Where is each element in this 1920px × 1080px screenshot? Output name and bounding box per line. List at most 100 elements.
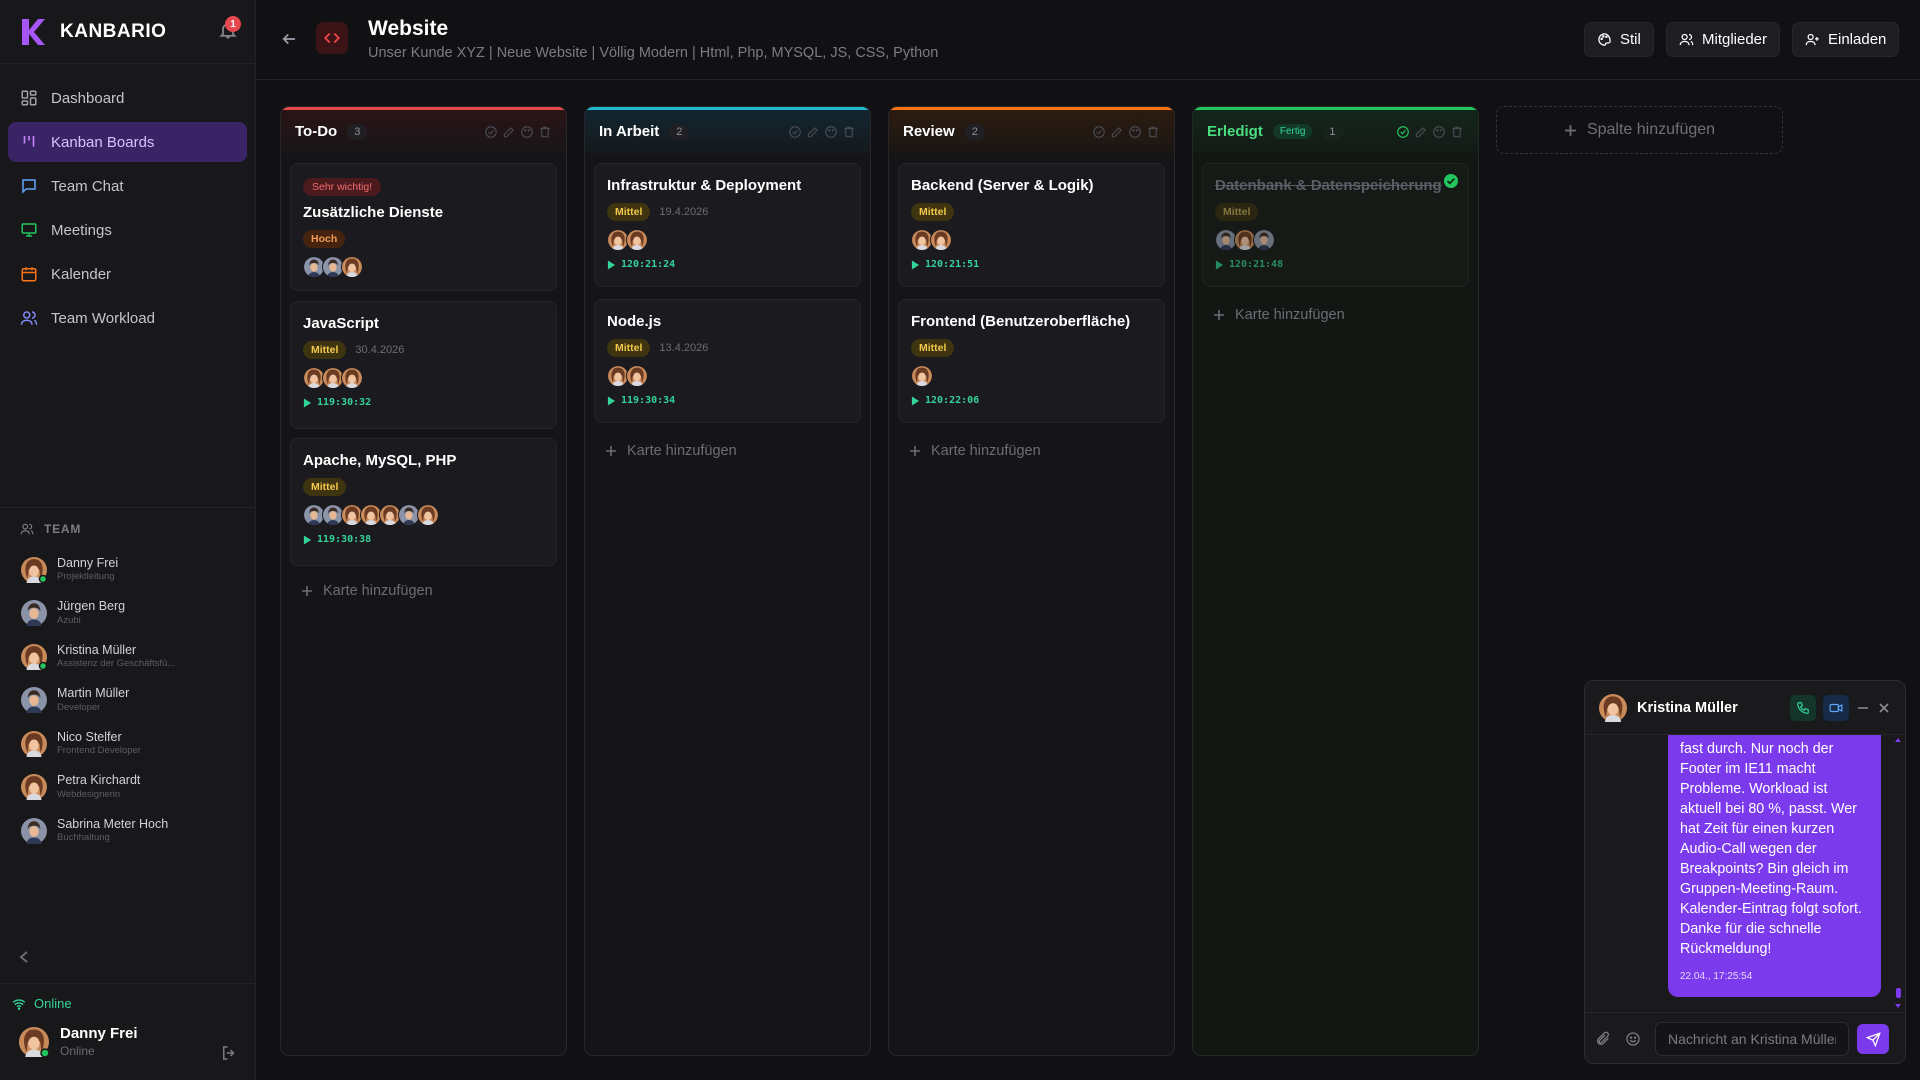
team-member[interactable]: Martin Müller Developer: [0, 679, 256, 723]
time-tracker[interactable]: 119:30:32: [303, 397, 544, 408]
audio-call-button[interactable]: [1790, 694, 1816, 721]
team-member[interactable]: Kristina Müller Assistenz der Geschäftsfü…: [0, 635, 256, 679]
priority-badge: Hoch: [303, 230, 346, 248]
scroll-down-arrow-icon[interactable]: [1895, 1003, 1901, 1009]
edit-icon[interactable]: [806, 125, 820, 139]
palette-icon[interactable]: [1128, 125, 1142, 139]
column-actions: [1396, 125, 1464, 139]
kanban-card[interactable]: Backend (Server & Logik) Mittel 120:21:5…: [898, 163, 1165, 287]
card-title: Frontend (Benutzeroberfläche): [911, 313, 1131, 330]
avatar: [930, 229, 952, 251]
column-header[interactable]: In Arbeit 2: [585, 107, 870, 153]
add-column-button[interactable]: Spalte hinzufügen: [1496, 106, 1783, 154]
logout-icon[interactable]: [220, 1044, 238, 1062]
member-name: Petra Kirchardt: [57, 773, 141, 788]
time-tracker[interactable]: 120:22:06: [911, 395, 1152, 406]
kanban-card[interactable]: Infrastruktur & Deployment Mittel 19.4.20…: [594, 163, 861, 287]
trash-icon[interactable]: [1146, 125, 1160, 139]
time-tracker[interactable]: 120:21:48: [1215, 259, 1456, 270]
column-header[interactable]: Erledigt Fertig 1: [1193, 107, 1478, 153]
connection-label: Online: [34, 996, 72, 1011]
trash-icon[interactable]: [842, 125, 856, 139]
back-arrow-icon[interactable]: [280, 30, 298, 48]
priority-badge: Mittel: [911, 203, 955, 221]
kanban-card[interactable]: Node.js Mittel 13.4.2026 119:30:34: [594, 299, 861, 423]
column-count: 2: [669, 123, 690, 140]
add-card-button[interactable]: Karte hinzufügen: [605, 443, 737, 459]
time-tracker[interactable]: 119:30:38: [303, 534, 544, 545]
nav-item-kalender[interactable]: Kalender: [8, 254, 247, 294]
time-tracker[interactable]: 120:21:24: [607, 259, 848, 270]
team-member[interactable]: Sabrina Meter Hoch Buchhaltung: [0, 809, 256, 853]
member-role: Assistenz der Geschäftsfü...: [57, 659, 176, 670]
nav-label: Kalender: [51, 265, 112, 283]
team-member[interactable]: Danny Frei Projektleitung: [0, 548, 256, 592]
nav-item-meetings[interactable]: Meetings: [8, 210, 247, 250]
emoji-icon[interactable]: [1625, 1031, 1641, 1047]
edit-icon[interactable]: [1414, 125, 1428, 139]
kanban-card[interactable]: Sehr wichtig! Zusätzliche Dienste Hoch: [290, 163, 557, 291]
chat-header: Kristina Müller: [1585, 681, 1905, 735]
add-card-button[interactable]: Karte hinzufügen: [301, 583, 433, 599]
check-circle-icon[interactable]: [484, 125, 498, 139]
card-assignees: [607, 365, 848, 387]
edit-icon[interactable]: [1110, 125, 1124, 139]
column-header[interactable]: Review 2: [889, 107, 1174, 153]
nav-item-team-chat[interactable]: Team Chat: [8, 166, 247, 206]
palette-icon[interactable]: [824, 125, 838, 139]
collapse-sidebar-icon[interactable]: [18, 950, 30, 964]
paperclip-icon[interactable]: [1595, 1031, 1611, 1047]
chat-scrollbar-thumb[interactable]: [1896, 988, 1901, 998]
team-member[interactable]: Jürgen Berg Azubi: [0, 592, 256, 636]
video-call-button[interactable]: [1823, 694, 1849, 721]
minimize-icon[interactable]: [1856, 701, 1870, 715]
add-card-button[interactable]: Karte hinzufügen: [1213, 307, 1345, 323]
avatar: [21, 817, 47, 844]
column-header[interactable]: To-Do 3: [281, 107, 566, 153]
scroll-up-arrow-icon[interactable]: [1895, 737, 1901, 743]
avatar: [21, 643, 48, 670]
palette-icon[interactable]: [520, 125, 534, 139]
team-member[interactable]: Petra Kirchardt Webdesignerin: [0, 766, 256, 810]
add-card-button[interactable]: Karte hinzufügen: [909, 443, 1041, 459]
kanban-card[interactable]: Apache, MySQL, PHP Mittel 119:30:38: [290, 438, 557, 566]
card-assignees: [303, 504, 544, 526]
kanban-card[interactable]: Frontend (Benutzeroberfläche) Mittel 120…: [898, 299, 1165, 423]
send-button[interactable]: [1857, 1024, 1889, 1054]
palette-icon[interactable]: [1432, 125, 1446, 139]
style-button[interactable]: Stil: [1584, 22, 1654, 57]
play-icon: [911, 396, 920, 405]
time-tracker[interactable]: 120:21:51: [911, 259, 1152, 270]
nav-item-kanban-boards[interactable]: Kanban Boards: [8, 122, 247, 162]
chat-message-input[interactable]: [1655, 1022, 1849, 1056]
due-date: 30.4.2026: [355, 344, 405, 356]
close-icon[interactable]: [1877, 701, 1891, 715]
check-circle-icon[interactable]: [1092, 125, 1106, 139]
user-name: Danny Frei: [60, 1025, 138, 1042]
members-button[interactable]: Mitglieder: [1666, 22, 1781, 57]
kanbario-logo-icon[interactable]: [20, 17, 46, 47]
chat-messages[interactable]: fast durch. Nur noch der Footer im IE11 …: [1585, 735, 1905, 1012]
member-role: Webdesignerin: [57, 789, 121, 800]
edit-icon[interactable]: [502, 125, 516, 139]
message-text: fast durch. Nur noch der Footer im IE11 …: [1680, 741, 1862, 957]
sidebar: KANBARIO 1 Dashboard Kanban Boards Team …: [0, 0, 256, 1080]
users-icon: [20, 523, 34, 535]
priority-badge: Mittel: [911, 339, 955, 357]
trash-icon[interactable]: [538, 125, 552, 139]
chat-window: Kristina Müller fast durch. Nur noch der…: [1584, 680, 1906, 1064]
kanban-card[interactable]: JavaScript Mittel 30.4.2026 119:30:32: [290, 301, 557, 429]
play-icon: [607, 260, 616, 269]
avatar: [19, 1026, 50, 1058]
current-user[interactable]: Danny Frei Online: [0, 1011, 256, 1058]
time-tracker[interactable]: 119:30:34: [607, 395, 848, 406]
invite-button[interactable]: Einladen: [1792, 22, 1900, 57]
team-member[interactable]: Nico Stelfer Frontend Developer: [0, 722, 256, 766]
nav-item-dashboard[interactable]: Dashboard: [8, 78, 247, 118]
kanban-icon: [23, 136, 35, 147]
nav-item-team-workload[interactable]: Team Workload: [8, 298, 247, 338]
check-circle-icon[interactable]: [788, 125, 802, 139]
trash-icon[interactable]: [1450, 125, 1464, 139]
kanban-card[interactable]: Datenbank & Datenspeicherung Mittel 120:…: [1202, 163, 1469, 287]
check-circle-icon[interactable]: [1396, 125, 1410, 139]
